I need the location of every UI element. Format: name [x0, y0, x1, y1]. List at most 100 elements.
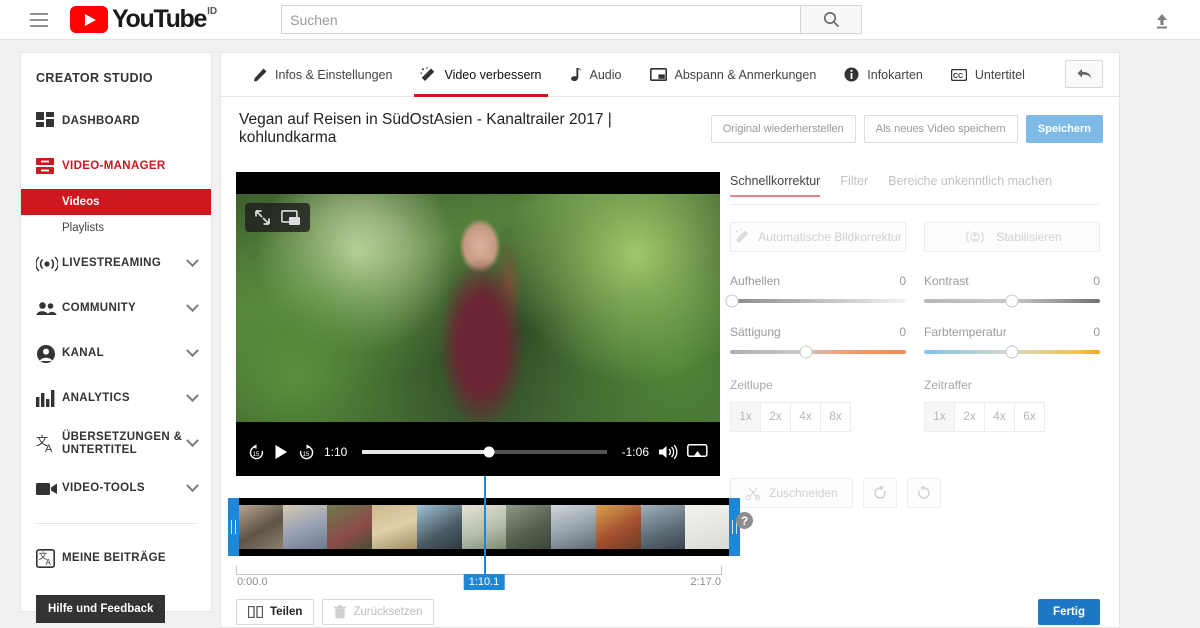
sidebar-item-livestreaming[interactable]: LIVESTREAMING: [21, 241, 211, 286]
enhance-tab-filter[interactable]: Filter: [840, 174, 868, 196]
sidebar-item-label: COMMUNITY: [62, 302, 137, 314]
done-button[interactable]: Fertig: [1038, 599, 1100, 625]
slider-kontrast: Kontrast 0: [924, 274, 1100, 308]
tab-infokarten[interactable]: Infokarten: [830, 53, 937, 96]
timeline-thumbnail: [416, 505, 462, 549]
translate-icon: 文 A: [36, 434, 62, 453]
rewind-15-icon[interactable]: 15: [248, 443, 265, 461]
tab-untertitel[interactable]: CC Untertitel: [937, 53, 1039, 96]
playhead-time-badge: 1:10.1: [463, 574, 505, 590]
timeline-thumbnail: [685, 505, 730, 549]
slider-track[interactable]: [924, 294, 1100, 308]
music-note-icon: [570, 68, 581, 82]
stabilize-button[interactable]: Stabilisieren: [924, 222, 1100, 252]
sidebar-subitem-playlists[interactable]: Playlists: [21, 215, 211, 241]
auto-fix-button[interactable]: Automatische Bildkorrektur: [730, 222, 906, 252]
upload-button[interactable]: [1150, 9, 1174, 33]
youtube-logo[interactable]: YouTube ID: [70, 6, 217, 33]
timeline-thumbnail: [372, 505, 417, 549]
slider-thumb[interactable]: [1005, 345, 1019, 359]
sidebar-item-translations[interactable]: 文 A ÜBERSETZUNGEN & UNTERTITEL: [21, 421, 211, 466]
sidebar-item-analytics[interactable]: ANALYTICS: [21, 376, 211, 421]
search-button[interactable]: [800, 5, 863, 34]
tab-bar: Infos & Einstellungen Video verbessern A…: [221, 53, 1119, 97]
slider-thumb[interactable]: [1005, 294, 1019, 308]
hamburger-icon[interactable]: [30, 12, 48, 27]
enhance-tab-schnellkorrektur[interactable]: Schnellkorrektur: [730, 174, 821, 197]
forward-15-icon[interactable]: 15: [298, 443, 315, 461]
enhance-tab-blur-areas[interactable]: Bereiche unkenntlich machen: [888, 174, 1052, 196]
back-button[interactable]: [1065, 60, 1103, 88]
dashboard-icon: [36, 112, 62, 131]
livestream-icon: [36, 255, 62, 272]
volume-icon[interactable]: [658, 444, 678, 460]
chevron-down-icon[interactable]: [186, 254, 199, 268]
play-button[interactable]: [274, 444, 289, 460]
sidebar-item-label: VIDEO-MANAGER: [62, 160, 166, 172]
tab-infos-einstellungen[interactable]: Infos & Einstellungen: [239, 53, 406, 96]
sidebar: CREATOR STUDIO DASHBOARD VIDEO-MANAGER V…: [20, 52, 212, 623]
timelapse-label: Zeitraffer: [924, 378, 972, 392]
scrubber-thumb[interactable]: [483, 446, 495, 458]
tab-label: Abspann & Anmerkungen: [674, 67, 817, 82]
timeline-thumbnail: [282, 505, 328, 549]
chevron-down-icon[interactable]: [186, 389, 199, 403]
timeline-playhead[interactable]: [484, 476, 486, 578]
video-player: 15 15 1:10 -1:06: [236, 172, 720, 476]
chevron-down-icon[interactable]: [186, 344, 199, 358]
trim-handle-grip: [231, 520, 236, 534]
help-and-feedback-button[interactable]: Hilfe und Feedback: [36, 595, 166, 623]
restore-original-button[interactable]: Original wiederherstellen: [710, 115, 856, 143]
rotate-counterclockwise-button[interactable]: [906, 478, 941, 508]
chevron-down-icon[interactable]: [186, 479, 199, 493]
chevron-down-icon[interactable]: [186, 299, 199, 313]
sidebar-item-my-contributions[interactable]: 文 A MEINE BEITRÄGE: [21, 536, 211, 581]
timeline: ?: [228, 476, 753, 578]
expand-icon[interactable]: [254, 209, 271, 226]
crop-button[interactable]: Zuschneiden: [730, 478, 853, 508]
save-as-new-video-button[interactable]: Als neues Video speichern: [863, 115, 1018, 143]
sidebar-item-video-manager[interactable]: VIDEO-MANAGER: [21, 144, 211, 189]
help-icon[interactable]: ?: [736, 512, 753, 529]
picture-in-picture-icon[interactable]: [281, 209, 301, 226]
pencil-icon: [254, 68, 267, 81]
slider-track[interactable]: [725, 294, 906, 308]
rotate-clockwise-button[interactable]: [862, 478, 897, 508]
tab-audio[interactable]: Audio: [556, 53, 636, 96]
slowmo-option-4x[interactable]: 4x: [790, 402, 821, 432]
scrubber[interactable]: [362, 446, 607, 458]
sidebar-item-community[interactable]: COMMUNITY: [21, 286, 211, 331]
sidebar-item-video-tools[interactable]: VIDEO-TOOLS: [21, 466, 211, 511]
reset-button[interactable]: Zurücksetzen: [322, 599, 435, 625]
slowmo-option-2x[interactable]: 2x: [760, 402, 791, 432]
search-input[interactable]: [281, 5, 801, 34]
slowmo-option-8x[interactable]: 8x: [820, 402, 851, 432]
slider-track[interactable]: [924, 345, 1100, 359]
tab-label: Video verbessern: [444, 67, 542, 82]
scissors-icon: [745, 487, 761, 501]
sidebar-item-kanal[interactable]: KANAL: [21, 331, 211, 376]
trash-icon: [334, 605, 347, 619]
slowmo-option-1x[interactable]: 1x: [730, 402, 761, 432]
sidebar-item-label: VIDEO-TOOLS: [62, 482, 145, 494]
timelapse-option-4x[interactable]: 4x: [984, 402, 1015, 432]
video-title-row: Vegan auf Reisen in SüdOstAsien - Kanalt…: [221, 97, 1119, 147]
sidebar-subitem-videos[interactable]: Videos: [21, 189, 211, 215]
save-button[interactable]: Speichern: [1025, 115, 1103, 143]
slider-thumb[interactable]: [725, 294, 739, 308]
split-button[interactable]: Teilen: [236, 599, 315, 625]
tab-abspann-anmerkungen[interactable]: Abspann & Anmerkungen: [636, 53, 831, 96]
tab-video-verbessern[interactable]: Video verbessern: [406, 53, 555, 97]
sidebar-item-dashboard[interactable]: DASHBOARD: [21, 99, 211, 144]
enhancement-panel: Schnellkorrektur Filter Bereiche unkennt…: [725, 174, 1100, 508]
timelapse-option-2x[interactable]: 2x: [954, 402, 985, 432]
airplay-icon[interactable]: [687, 444, 708, 460]
trim-handle-left[interactable]: [228, 498, 239, 556]
video-overlay-controls: [245, 203, 310, 232]
slider-thumb[interactable]: [799, 345, 813, 359]
timeline-end-time: 2:17.0: [690, 576, 721, 588]
timelapse-option-6x[interactable]: 6x: [1014, 402, 1045, 432]
channel-icon: [36, 344, 62, 364]
timelapse-option-1x[interactable]: 1x: [924, 402, 955, 432]
slider-track[interactable]: [730, 345, 906, 359]
